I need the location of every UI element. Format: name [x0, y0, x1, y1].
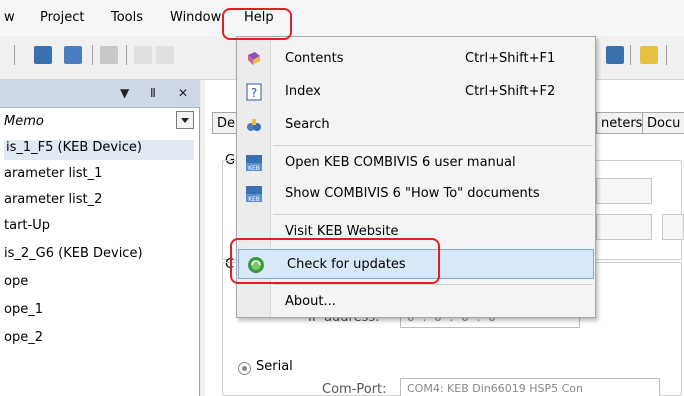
book-icon — [248, 52, 260, 65]
menu-separator — [273, 145, 593, 146]
comport-select[interactable]: COM4: KEB Din66019 HSP5 Con — [400, 378, 660, 396]
menu-bar: w Project Tools Window Help — [0, 0, 684, 36]
help-item-user-manual[interactable]: KEB Open KEB COMBIVIS 6 user manual — [237, 148, 595, 178]
memo-dropdown-button[interactable] — [176, 111, 194, 129]
tree-item-memo[interactable]: Memo — [4, 114, 44, 134]
tree-item-scope-2[interactable]: ope_2 — [4, 330, 43, 350]
menu-project[interactable]: Project — [40, 10, 84, 25]
tree-item-device-2[interactable]: is_2_G6 (KEB Device) — [4, 246, 143, 266]
help-item-label: Search — [285, 117, 330, 132]
toolbar-separator — [126, 45, 127, 65]
svg-text:KEB: KEB — [248, 165, 260, 172]
svg-text:?: ? — [251, 86, 257, 100]
print-icon[interactable] — [100, 46, 118, 64]
help-menu-annotation — [222, 8, 292, 40]
help-item-search[interactable]: Search — [237, 110, 595, 140]
menu-separator — [273, 284, 593, 285]
tree-item-scope-1[interactable]: ope_1 — [4, 302, 43, 322]
tree-item-parameter-list-2[interactable]: arameter list_2 — [4, 192, 102, 212]
project-panel-header: ▼ Ⅱ ✕ — [0, 80, 200, 108]
help-item-label: Contents — [285, 51, 344, 66]
keb-save-icon[interactable] — [64, 46, 82, 64]
help-item-about[interactable]: About... — [237, 287, 595, 317]
serial-radio-label: Serial — [256, 359, 293, 374]
tab-documents[interactable]: Docu — [642, 112, 684, 134]
settings-gear-button[interactable] — [662, 214, 684, 240]
help-item-shortcut: Ctrl+Shift+F1 — [465, 51, 556, 66]
undo-icon[interactable] — [134, 46, 152, 64]
help-item-label: About... — [285, 294, 336, 309]
toolbar-separator — [666, 45, 667, 65]
redo-icon[interactable] — [156, 46, 174, 64]
project-tree: Memo is_1_F5 (KEB Device) arameter list_… — [0, 108, 200, 396]
help-item-index[interactable]: ? Index Ctrl+Shift+F2 — [237, 77, 595, 107]
toolbar-separator — [630, 45, 631, 65]
tree-item-parameter-list-1[interactable]: arameter list_1 — [4, 166, 102, 186]
panel-close-icon[interactable]: ✕ — [178, 86, 188, 100]
help-item-label: Open KEB COMBIVIS 6 user manual — [285, 155, 516, 170]
panel-dropdown-icon[interactable]: ▼ — [120, 86, 129, 100]
menu-separator — [273, 214, 593, 215]
device-name-field[interactable] — [596, 178, 652, 204]
keb-manual-icon: KEB — [246, 155, 262, 172]
toolbar-separator — [14, 45, 15, 65]
device-path-field[interactable] — [596, 214, 652, 240]
help-item-label: Show COMBIVIS 6 "How To" documents — [285, 186, 540, 201]
comport-label: Com-Port: — [322, 382, 387, 396]
panel-pin-icon[interactable]: Ⅱ — [150, 86, 156, 100]
keb-device-icon[interactable] — [34, 46, 52, 64]
help-item-label: Visit KEB Website — [285, 224, 399, 239]
help-item-shortcut: Ctrl+Shift+F2 — [465, 84, 556, 99]
help-item-contents[interactable]: Contents Ctrl+Shift+F1 — [237, 44, 595, 74]
check-updates-annotation — [230, 238, 440, 284]
keb-tool-icon[interactable] — [606, 46, 624, 64]
toolbar-separator — [92, 45, 93, 65]
menu-window[interactable]: Window — [170, 10, 221, 25]
tree-item-start-up[interactable]: tart-Up — [4, 218, 50, 238]
keb-howto-icon: KEB — [246, 186, 262, 203]
menu-tools[interactable]: Tools — [111, 10, 143, 25]
search-binoculars-icon — [247, 119, 261, 131]
help-item-howto-docs[interactable]: KEB Show COMBIVIS 6 "How To" documents — [237, 179, 595, 209]
question-icon: ? — [246, 83, 262, 101]
tree-item-scope[interactable]: ope — [4, 274, 28, 294]
menu-window-partial[interactable]: w — [4, 10, 15, 25]
tab-parameters[interactable]: neters — [596, 112, 648, 134]
tree-item-device-1[interactable]: is_1_F5 (KEB Device) — [4, 140, 194, 160]
serial-radio[interactable] — [238, 362, 251, 375]
svg-text:KEB: KEB — [248, 196, 260, 203]
key-icon[interactable] — [640, 46, 658, 64]
help-item-label: Index — [285, 84, 321, 99]
